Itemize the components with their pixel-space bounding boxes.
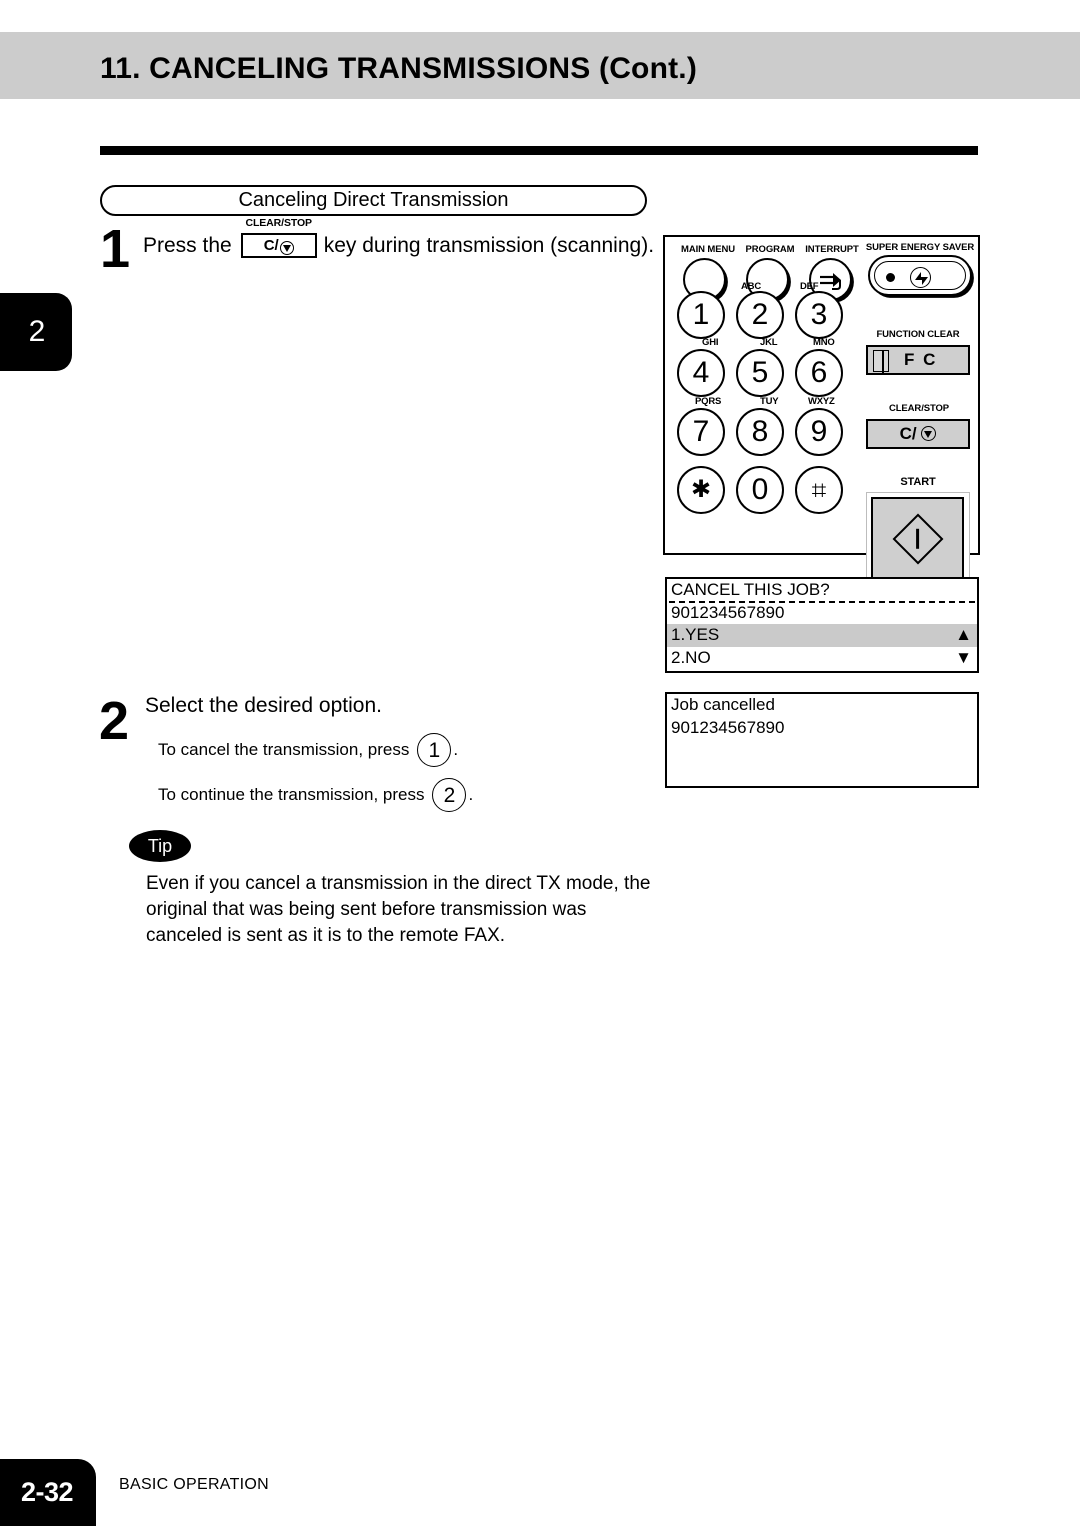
lcd1-row-2-text: 901234567890 [671, 602, 785, 622]
super-energy-saver-label: SUPER ENERGY SAVER [865, 242, 975, 253]
stop-triangle-icon [279, 240, 294, 255]
keypad-key-5[interactable]: 5 [736, 349, 784, 397]
lcd1-row-1-text: CANCEL THIS JOB? [671, 580, 830, 599]
start-button[interactable] [871, 497, 964, 581]
lcd-panel-job-cancelled-confirmation: Job cancelled 901234567890 [665, 692, 979, 788]
step-1-text-before: Press the [143, 234, 232, 257]
subheading-label: Canceling Direct Transmission [238, 189, 509, 211]
lcd1-row-3-yes[interactable]: 1.YES ▲ [667, 624, 977, 647]
keypad-key-0[interactable]: 0 [736, 466, 784, 514]
inline-clear-stop-key-text: C/ [263, 237, 279, 254]
footer-page-tab: 2-32 [0, 1459, 96, 1526]
lcd2-row-1: Job cancelled [667, 694, 977, 717]
chapter-tab: 2 [0, 293, 72, 371]
power-saver-icon [910, 267, 931, 288]
circled-key-2: 2 [432, 778, 467, 812]
page-title: 11. CANCELING TRANSMISSIONS (Cont.) [100, 52, 698, 85]
circled-key-1: 1 [417, 733, 452, 767]
function-clear-slot-icon [873, 350, 889, 373]
tip-badge: Tip [129, 830, 191, 862]
keypad-key-hash[interactable]: ⌗ [795, 466, 843, 514]
keypad-key-7[interactable]: 7 [677, 408, 725, 456]
function-clear-label: FUNCTION CLEAR [876, 329, 960, 340]
lcd-panel-cancel-this-job-prompt: CANCEL THIS JOB? 901234567890 1.YES ▲ 2.… [665, 577, 979, 673]
scroll-up-arrow-icon[interactable]: ▲ [955, 624, 972, 647]
tip-badge-label: Tip [147, 835, 173, 856]
lcd1-row-1: CANCEL THIS JOB? [667, 579, 977, 602]
clear-stop-button[interactable]: C/ [866, 419, 970, 449]
step-1-number: 1 [100, 219, 131, 279]
function-clear-slot-line [882, 351, 884, 373]
step-2-number: 2 [99, 691, 130, 751]
chapter-tab-number: 2 [28, 315, 46, 348]
tip-body-text: Even if you cancel a transmission in the… [146, 873, 651, 946]
lcd2-row-4 [667, 762, 977, 785]
lcd2-row-1-text: Job cancelled [671, 695, 775, 714]
step-2-sub2-text-before: To continue the transmission, press [158, 785, 425, 804]
lcd2-row-3 [667, 739, 977, 762]
clear-stop-face: C/ [868, 424, 968, 444]
inline-clear-stop-key: CLEAR/STOP C/ [240, 217, 317, 258]
step-2-sub-line-2: To continue the transmission, press 2 . [158, 778, 473, 812]
control-panel-illustration: MAIN MENU PROGRAM INTERRUPT SUPER ENERGY… [663, 235, 980, 587]
keypad-key-3[interactable]: 3 [795, 291, 843, 339]
keypad-key-6[interactable]: 6 [795, 349, 843, 397]
keypad-key-8[interactable]: 8 [736, 408, 784, 456]
step-1-instruction: Press the CLEAR/STOP C/ key during trans… [143, 217, 655, 258]
lcd2-row-2-text: 901234567890 [671, 717, 785, 737]
lcd1-row-4-no[interactable]: 2.NO ▼ [667, 647, 977, 670]
inline-clear-stop-key-face: C/ [240, 233, 317, 258]
keypad-key-1[interactable]: 1 [677, 291, 725, 339]
clear-stop-label: CLEAR/STOP [888, 403, 950, 414]
key-9-letters: WXYZ [808, 396, 835, 407]
start-button-bezel [866, 492, 970, 587]
clear-stop-face-text: C/ [899, 424, 917, 443]
function-clear-button[interactable]: F C [866, 345, 970, 375]
keypad-key-9[interactable]: 9 [795, 408, 843, 456]
key-8-letters: TUY [760, 396, 779, 407]
section-divider-rule [100, 146, 978, 155]
scroll-down-arrow-icon[interactable]: ▼ [955, 647, 972, 670]
step-2-sub2-text-after: . [468, 785, 474, 804]
subheading-pill: Canceling Direct Transmission [100, 185, 647, 216]
energy-saver-led-icon [886, 273, 895, 282]
step-2-sub-line-1: To cancel the transmission, press 1 . [158, 733, 458, 767]
interrupt-arrow-icon [820, 273, 841, 290]
step-2-sub1-text-after: . [453, 740, 459, 759]
start-bar-icon [915, 528, 920, 549]
key-7-letters: PQRS [695, 396, 722, 407]
keypad-key-asterisk[interactable]: ✱ [677, 466, 725, 514]
lcd1-row-3-text: 1.YES [671, 625, 720, 644]
super-energy-saver-button[interactable] [868, 255, 972, 296]
footer-page-number: 2-32 [20, 1477, 74, 1507]
step-1-text-after: key during transmission (scanning). [323, 234, 655, 257]
step-2-sub1-text-before: To cancel the transmission, press [158, 740, 410, 759]
lcd1-row-2: 901234567890 [667, 602, 977, 625]
function-clear-face: F C [904, 350, 938, 369]
inline-clear-stop-key-label: CLEAR/STOP [245, 217, 312, 229]
stop-triangle-icon [921, 426, 937, 441]
lcd2-row-2: 901234567890 [667, 717, 977, 740]
lcd1-row-4-text: 2.NO [671, 647, 711, 667]
keypad-key-2[interactable]: 2 [736, 291, 784, 339]
step-2-title: Select the desired option. [145, 694, 382, 717]
footer-section-label: BASIC OPERATION [119, 1476, 270, 1493]
start-diamond-icon [892, 513, 943, 565]
start-label: START [900, 476, 936, 488]
keypad-key-4[interactable]: 4 [677, 349, 725, 397]
